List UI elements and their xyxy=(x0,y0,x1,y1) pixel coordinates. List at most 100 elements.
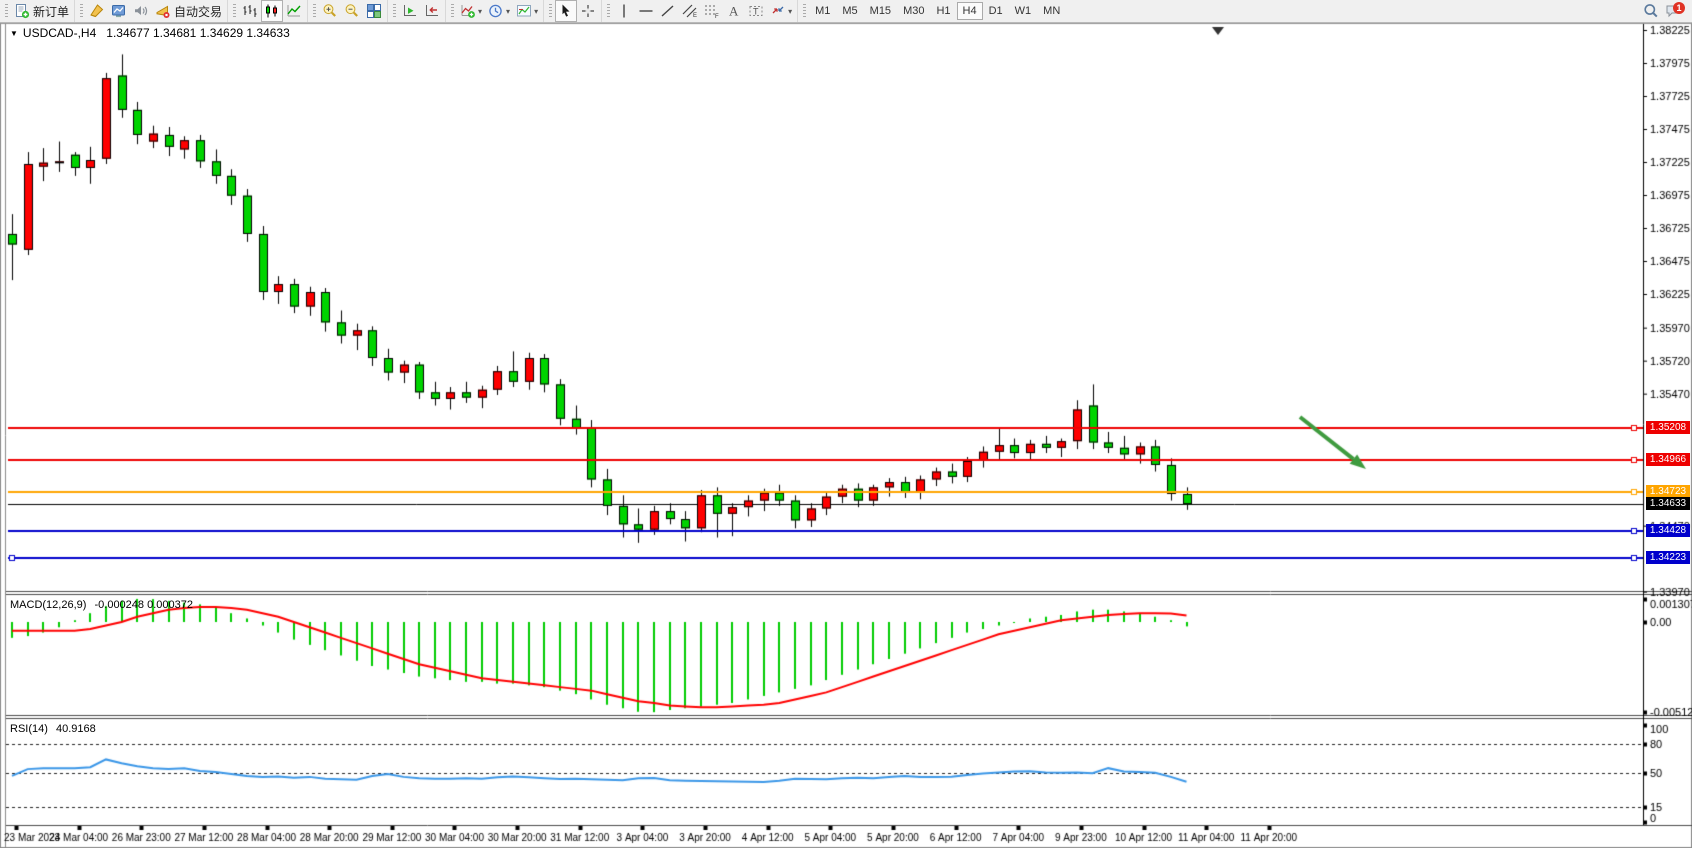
candlestick-chart-button[interactable] xyxy=(261,0,283,22)
svg-text:F: F xyxy=(715,14,719,19)
autotrading-button[interactable]: 自动交易 xyxy=(152,0,225,22)
chart-menu-icon[interactable]: ▼ xyxy=(10,29,18,38)
line-chart-button[interactable] xyxy=(283,0,305,22)
toolbar-grip[interactable] xyxy=(80,4,83,18)
terminal-button[interactable] xyxy=(108,0,130,22)
autotrading-icon xyxy=(155,3,171,19)
rsi-value: 40.9168 xyxy=(56,723,96,735)
autotrading-label: 自动交易 xyxy=(174,3,222,20)
vertical-line-button[interactable] xyxy=(613,0,635,22)
svg-text:A: A xyxy=(729,4,739,19)
chart-shift-button[interactable] xyxy=(421,0,443,22)
metaeditor-icon xyxy=(89,3,105,19)
timeframe-h1-button[interactable]: H1 xyxy=(930,2,956,20)
toolbar-group-7: E F A T ▾ xyxy=(601,0,797,22)
chevron-down-icon: ▾ xyxy=(534,7,538,16)
trendline-icon xyxy=(660,3,676,19)
toolbar-grip[interactable] xyxy=(393,4,396,18)
timeframe-d1-button[interactable]: D1 xyxy=(983,2,1009,20)
toolbar-grip[interactable] xyxy=(451,4,454,18)
toolbar-grip[interactable] xyxy=(5,4,8,18)
search-icon xyxy=(1643,3,1659,19)
fibonacci-icon: F xyxy=(704,3,720,19)
timeframe-group: M1M5M15M30H1H4D1W1MN xyxy=(797,0,1068,22)
line-chart-icon xyxy=(286,3,302,19)
fibonacci-button[interactable]: F xyxy=(701,0,723,22)
indicators-button[interactable]: ▾ xyxy=(457,0,485,22)
mt4-application: 新订单 自动交易 ▾ ▾ ▾ E F A T ▾ M1M5M15M30H1H4D1W1MN 1 ▼ U… xyxy=(0,0,1692,848)
crosshair-button[interactable] xyxy=(577,0,599,22)
new-order-button[interactable]: 新订单 xyxy=(11,0,72,22)
text-icon: A xyxy=(726,3,742,19)
toolbar-group-1: 自动交易 xyxy=(74,0,227,22)
timeframe-h4-button[interactable]: H4 xyxy=(957,2,983,20)
trendline-button[interactable] xyxy=(657,0,679,22)
toolbar-group-0: 新订单 xyxy=(0,0,74,22)
templates-button[interactable]: ▾ xyxy=(513,0,541,22)
line-price-badge-resistance-1[interactable]: 1.34966 xyxy=(1646,453,1690,466)
chart-symbol-period: USDCAD-,H4 xyxy=(23,26,96,40)
toolbar-grip[interactable] xyxy=(607,4,610,18)
indicators-icon xyxy=(460,3,476,19)
tile-windows-button[interactable] xyxy=(363,0,385,22)
timeframe-m30-button[interactable]: M30 xyxy=(897,2,930,20)
arrows-icon xyxy=(770,3,786,19)
timeframe-m5-button[interactable]: M5 xyxy=(836,2,863,20)
notification-badge: 1 xyxy=(1673,2,1685,14)
notifications-button[interactable]: 1 xyxy=(1662,0,1684,22)
timeframe-m1-button[interactable]: M1 xyxy=(809,2,836,20)
timeframe-w1-button[interactable]: W1 xyxy=(1009,2,1038,20)
svg-text:T: T xyxy=(753,7,759,17)
text-button[interactable]: A xyxy=(723,0,745,22)
toolbar-group-2 xyxy=(227,0,307,22)
candlestick-chart-icon xyxy=(264,3,280,19)
search-button[interactable] xyxy=(1640,0,1662,22)
macd-name: MACD(12,26,9) xyxy=(10,599,86,611)
alerts-button[interactable] xyxy=(130,0,152,22)
periods-button[interactable]: ▾ xyxy=(485,0,513,22)
toolbar-group-3 xyxy=(307,0,387,22)
cursor-button[interactable] xyxy=(555,0,577,22)
bar-chart-button[interactable] xyxy=(239,0,261,22)
line-price-badge-support-4[interactable]: 1.34223 xyxy=(1646,551,1690,564)
label-button[interactable]: T xyxy=(745,0,767,22)
zoom-in-button[interactable] xyxy=(319,0,341,22)
chart-shift-icon xyxy=(424,3,440,19)
chart-canvas[interactable] xyxy=(0,0,1692,848)
auto-scroll-icon xyxy=(402,3,418,19)
toolbar-grip[interactable] xyxy=(549,4,552,18)
metaeditor-button[interactable] xyxy=(86,0,108,22)
bid-price-badge[interactable]: 1.34633 xyxy=(1646,497,1690,510)
timeframe-m15-button[interactable]: M15 xyxy=(864,2,897,20)
tile-windows-icon xyxy=(366,3,382,19)
line-price-badge-support-3[interactable]: 1.34428 xyxy=(1646,524,1690,537)
chevron-down-icon: ▾ xyxy=(506,7,510,16)
svg-text:E: E xyxy=(693,13,697,19)
arrows-button[interactable]: ▾ xyxy=(767,0,795,22)
toolbar-grip[interactable] xyxy=(233,4,236,18)
toolbar-group-4 xyxy=(387,0,445,22)
cursor-icon xyxy=(558,3,574,19)
toolbar-group-5: ▾ ▾ ▾ xyxy=(445,0,543,22)
timeframe-mn-button[interactable]: MN xyxy=(1037,2,1066,20)
toolbar: 新订单 自动交易 ▾ ▾ ▾ E F A T ▾ M1M5M15M30H1H4D1W1MN 1 xyxy=(0,0,1692,23)
chart-title-bar: ▼ USDCAD-,H4 1.34677 1.34681 1.34629 1.3… xyxy=(10,26,290,40)
chevron-down-icon: ▾ xyxy=(788,7,792,16)
channel-button[interactable]: E xyxy=(679,0,701,22)
vertical-line-icon xyxy=(616,3,632,19)
chart-ohlc-quote: 1.34677 1.34681 1.34629 1.34633 xyxy=(106,26,290,40)
auto-scroll-button[interactable] xyxy=(399,0,421,22)
horizontal-line-icon xyxy=(638,3,654,19)
line-price-badge-resistance-0[interactable]: 1.35208 xyxy=(1646,421,1690,434)
macd-indicator-label: MACD(12,26,9) -0.000248 0.000372 xyxy=(10,599,193,611)
toolbar-grip[interactable] xyxy=(313,4,316,18)
horizontal-line-button[interactable] xyxy=(635,0,657,22)
new-order-label: 新订单 xyxy=(33,3,69,20)
zoom-out-button[interactable] xyxy=(341,0,363,22)
toolbar-right: 1 xyxy=(1640,0,1692,22)
channel-icon: E xyxy=(682,3,698,19)
rsi-indicator-label: RSI(14) 40.9168 xyxy=(10,723,96,735)
toolbar-grip[interactable] xyxy=(803,4,806,18)
new-order-icon xyxy=(14,3,30,19)
chevron-down-icon: ▾ xyxy=(478,7,482,16)
